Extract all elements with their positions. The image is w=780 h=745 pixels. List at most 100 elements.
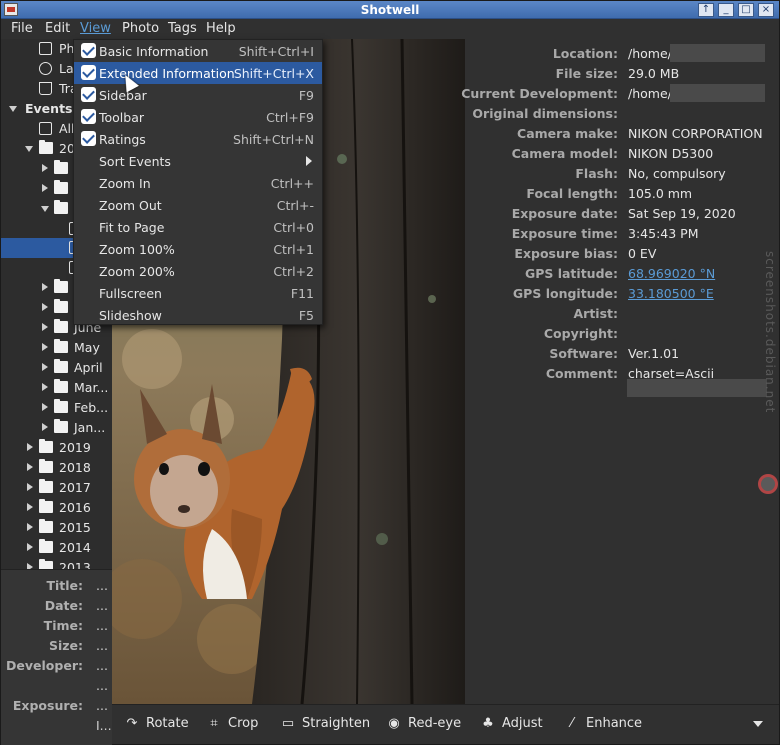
folder-icon [54,399,68,413]
sidebar-item-year-2018[interactable]: 2018 [1,458,112,478]
expander-right-icon[interactable] [42,184,48,192]
maximize-button[interactable]: □ [738,3,754,17]
menu-view[interactable]: View [80,21,111,36]
crop-button[interactable]: ⌗ Crop [206,716,258,736]
sidebar-item-march[interactable]: Mar... [1,378,112,398]
meta-key: Software: [549,346,618,361]
menu-bar: File Edit View Photo Tags Help [1,19,779,39]
gps-longitude-link[interactable]: 33.180500 °E [628,286,714,301]
toolbar-overflow-icon[interactable] [753,721,763,727]
shade-button[interactable]: ↑ [698,3,714,17]
submenu-arrow-icon [306,156,312,166]
expander-right-icon[interactable] [42,363,48,371]
menu-file[interactable]: File [11,21,33,36]
sidebar-item-year-2016[interactable]: 2016 [1,498,112,518]
meta-value: /home/ [628,86,672,101]
menu-item-accel: Ctrl+F9 [266,110,314,125]
menu-item-slideshow[interactable]: Slideshow F5 [74,304,322,326]
expander-right-icon[interactable] [27,503,33,511]
menu-item-zoom-in[interactable]: Zoom In Ctrl++ [74,172,322,194]
expander-right-icon[interactable] [42,423,48,431]
expander-right-icon[interactable] [42,164,48,172]
sidebar-item-february[interactable]: Feb... [1,398,112,418]
menu-item-accel: Ctrl+0 [273,220,314,235]
expander-right-icon[interactable] [42,383,48,391]
menu-item-sidebar[interactable]: Sidebar F9 [74,84,322,106]
meta-value: NIKON CORPORATION [628,126,763,141]
meta-value: NIKON D5300 [628,146,714,161]
expander-down-icon[interactable] [41,206,49,212]
menu-item-label: Zoom In [99,176,151,191]
crop-icon: ⌗ [210,716,218,731]
rotate-label: Rotate [146,716,189,731]
menu-item-label: Sidebar [99,88,147,103]
sidebar-item-year-2015[interactable]: 2015 [1,518,112,538]
expander-right-icon[interactable] [27,543,33,551]
sidebar-item-may[interactable]: May [1,338,112,358]
expander-right-icon[interactable] [27,443,33,451]
gps-latitude-link[interactable]: 68.969020 °N [628,266,715,281]
info-value: ... [96,698,108,713]
scroll-handle[interactable] [758,474,778,494]
sidebar-item-label: 2017 [59,480,91,495]
menu-item-sort-events[interactable]: Sort Events [74,150,322,172]
menu-item-toolbar[interactable]: Toolbar Ctrl+F9 [74,106,322,128]
expander-right-icon[interactable] [27,523,33,531]
meta-value: Ver.1.01 [628,346,680,361]
expander-right-icon[interactable] [27,483,33,491]
expander-down-icon[interactable] [25,146,33,152]
sidebar-item-label: Events [25,101,73,116]
meta-key: Current Development: [461,86,618,101]
meta-key: Camera model: [511,146,618,161]
sidebar-item-year-2017[interactable]: 2017 [1,478,112,498]
menu-item-basic-information[interactable]: Basic Information Shift+Ctrl+I [74,40,322,62]
menu-photo[interactable]: Photo [122,21,159,36]
info-key: Title: [46,578,83,593]
menu-item-extended-information[interactable]: Extended Information Shift+Ctrl+X [74,62,322,84]
folder-icon [39,459,53,473]
info-key: Date: [44,598,83,613]
expander-right-icon[interactable] [42,303,48,311]
sidebar-item-label: Feb... [74,400,109,415]
adjust-button[interactable]: ♣ Adjust [480,716,542,736]
expander-right-icon[interactable] [42,283,48,291]
expander-right-icon[interactable] [42,323,48,331]
menu-help[interactable]: Help [206,21,236,36]
enhance-icon: ⁄ [570,716,574,731]
menu-item-fit-to-page[interactable]: Fit to Page Ctrl+0 [74,216,322,238]
sidebar-item-label: 2015 [59,520,91,535]
menu-tags[interactable]: Tags [168,21,197,36]
menu-edit[interactable]: Edit [45,21,70,36]
info-value: ... [96,618,108,633]
expander-down-icon[interactable] [9,106,17,112]
sidebar-item-year-2019[interactable]: 2019 [1,438,112,458]
menu-item-zoom-200[interactable]: Zoom 200% Ctrl+2 [74,260,322,282]
rotate-button[interactable]: ↷ Rotate [124,716,189,736]
menu-item-zoom-out[interactable]: Zoom Out Ctrl+- [74,194,322,216]
meta-key: GPS latitude: [524,266,618,281]
checkbox-checked-icon [81,65,96,80]
menu-item-fullscreen[interactable]: Fullscreen F11 [74,282,322,304]
redacted-block [670,44,765,62]
expander-right-icon[interactable] [42,403,48,411]
straighten-button[interactable]: ▭ Straighten [280,716,370,736]
menu-item-label: Fullscreen [99,286,162,301]
folder-icon [54,379,68,393]
sidebar-item-year-2014[interactable]: 2014 [1,538,112,558]
sidebar-item-january[interactable]: Jan... [1,418,112,438]
red-eye-button[interactable]: ◉ Red-eye [386,716,461,736]
menu-item-ratings[interactable]: Ratings Shift+Ctrl+N [74,128,322,150]
minimize-button[interactable]: _ [718,3,734,17]
info-key: Size: [48,638,83,653]
events-icon [39,122,52,135]
adjust-icon: ♣ [482,716,494,731]
enhance-button[interactable]: ⁄ Enhance [564,716,642,736]
sidebar-item-label: 2019 [59,440,91,455]
menu-item-zoom-100[interactable]: Zoom 100% Ctrl+1 [74,238,322,260]
expander-right-icon[interactable] [27,463,33,471]
sidebar-item-april[interactable]: April [1,358,112,378]
expander-right-icon[interactable] [42,343,48,351]
sidebar-item-year-2013[interactable]: 2013 [1,558,112,569]
close-button[interactable]: × [758,3,774,17]
straighten-icon: ▭ [281,716,295,731]
